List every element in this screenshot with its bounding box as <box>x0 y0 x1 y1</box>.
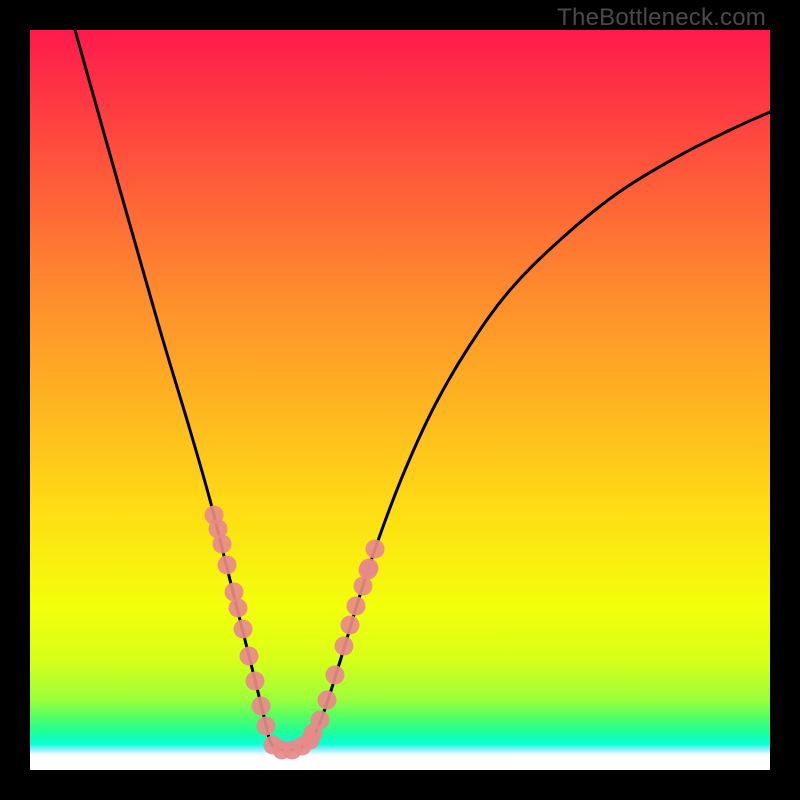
cluster-point <box>252 697 271 716</box>
cluster-point <box>218 556 237 575</box>
cluster-point <box>318 691 337 710</box>
cluster-point <box>347 597 366 616</box>
bottleneck-curve <box>75 30 770 750</box>
plot-area <box>30 30 770 770</box>
cluster-point <box>257 717 276 736</box>
cluster-point <box>366 540 385 559</box>
cluster-point <box>205 506 224 525</box>
frame-right <box>770 0 800 800</box>
cluster-point <box>229 599 248 618</box>
cluster-point <box>213 535 232 554</box>
cluster-point <box>326 666 345 685</box>
cluster-point <box>311 711 330 730</box>
cluster-point <box>246 672 265 691</box>
cluster-point <box>240 647 259 666</box>
cluster-point <box>335 637 354 656</box>
frame-left <box>0 0 30 800</box>
cluster-points <box>205 506 385 760</box>
cluster-point <box>359 561 378 580</box>
watermark-text: TheBottleneck.com <box>557 4 766 32</box>
frame-bottom <box>0 770 800 800</box>
cluster-point <box>234 620 253 639</box>
bottleneck-chart <box>30 30 770 770</box>
cluster-point <box>341 616 360 635</box>
cluster-point <box>225 583 244 602</box>
